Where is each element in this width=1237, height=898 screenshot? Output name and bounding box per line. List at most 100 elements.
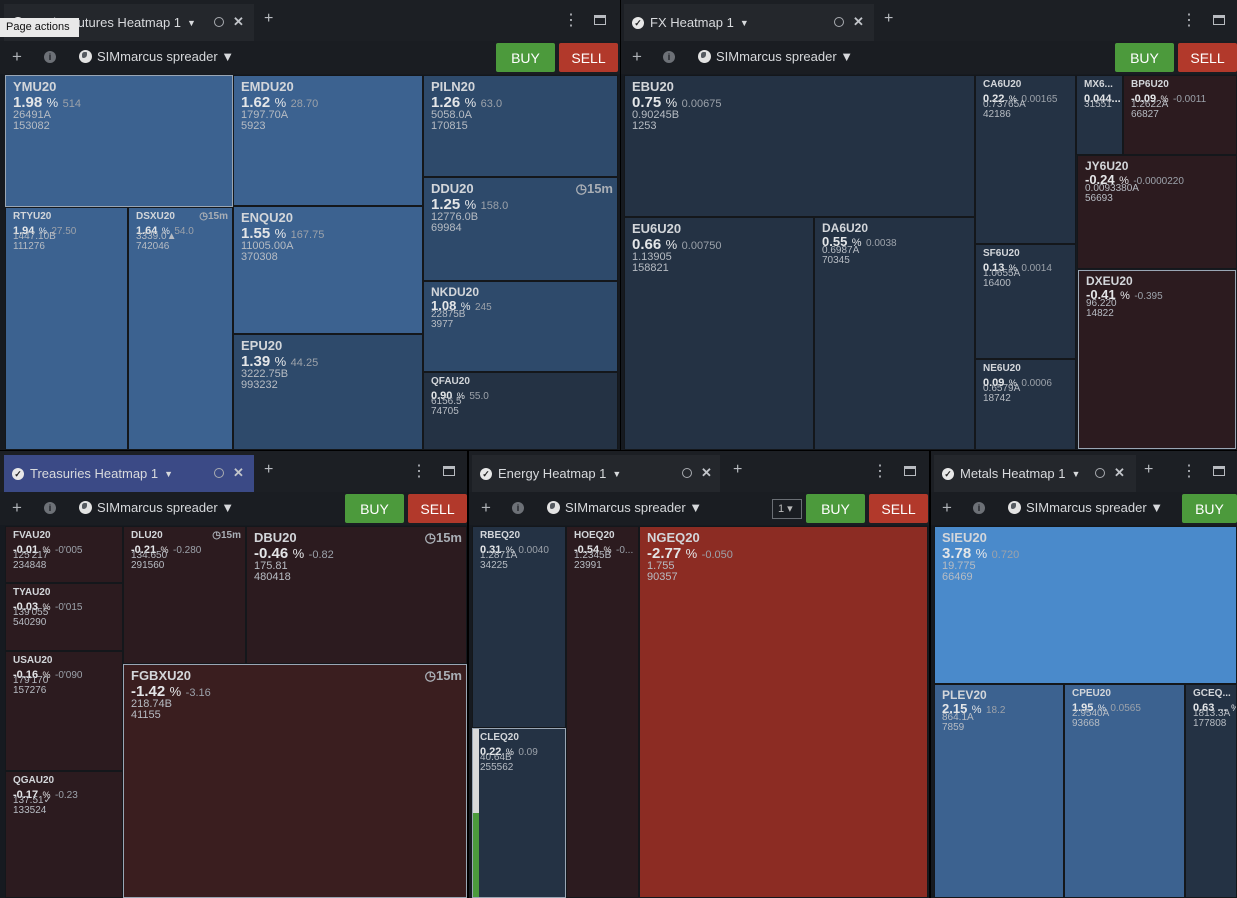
heatmap-tile[interactable]: DSXU20 1.64 % 54.0 3339.0▲ 742046 ◷15m xyxy=(128,207,233,450)
heatmap-tile[interactable]: DXEU20 -0.41 % -0.395 96.220 14822 xyxy=(1078,270,1236,449)
heatmap-tile[interactable]: FGBXU20 -1.42 % -3.16 218.74B 41155 ◷15m xyxy=(123,664,467,898)
chevron-down-icon[interactable]: ▼ xyxy=(164,469,173,479)
heatmap-tile[interactable]: SF6U20 0.13 % 0.0014 1.0655A 16400 xyxy=(975,244,1076,359)
chevron-down-icon[interactable]: ▼ xyxy=(740,18,749,28)
tab-energy-title: Energy Heatmap 1 xyxy=(498,466,607,481)
add-icon[interactable]: + xyxy=(942,498,952,518)
heatmap-tile[interactable]: DLU20 -0.21 % -0.280 134.650 291560 ◷15m xyxy=(123,526,246,664)
close-icon[interactable]: ✕ xyxy=(701,465,712,481)
chevron-down-icon[interactable]: ▼ xyxy=(1072,469,1081,479)
info-icon[interactable]: i xyxy=(973,502,985,514)
info-icon[interactable]: i xyxy=(44,51,56,63)
info-icon[interactable]: i xyxy=(663,51,675,63)
heatmap-tile[interactable]: GCEQ...0.63 ... % 1813.3A177808 xyxy=(1185,684,1237,898)
circle-icon[interactable] xyxy=(214,17,224,27)
heatmap-tile[interactable]: CLEQ20 0.22 % 0.09 40.64B 255562 xyxy=(472,728,566,898)
add-icon[interactable]: + xyxy=(12,498,22,518)
more-vertical-icon[interactable]: ⋮ xyxy=(563,10,579,30)
add-icon[interactable]: + xyxy=(12,47,22,67)
circle-icon[interactable] xyxy=(682,468,692,478)
heatmap-tile[interactable]: DBU20 -0.46 % -0.82 175.81 480418 ◷15m xyxy=(246,526,467,664)
tile-symbol: NGEQ20 xyxy=(647,530,700,545)
heatmap-tile[interactable]: USAU20 -0.16 % -0'090 179'170 157276 xyxy=(5,651,123,771)
tile-volume: 1253 xyxy=(632,120,657,132)
heatmap-tile[interactable]: NKDU20 1.08 % 245 22875B 3977 xyxy=(423,281,618,372)
circle-icon[interactable] xyxy=(214,468,224,478)
account-selector[interactable]: SIMmarcus spreader ▼ xyxy=(716,49,853,64)
heatmap-tile[interactable]: EBU20 0.75 % 0.00675 0.90245B 1253 xyxy=(624,75,975,217)
heatmap-tile[interactable]: CPEU20 1.95 % 0.0565 2.9540A 93668 xyxy=(1064,684,1185,898)
sell-button[interactable]: SELL xyxy=(408,494,467,523)
buy-button[interactable]: BUY xyxy=(496,43,555,72)
heatmap-tile[interactable]: DA6U20 0.55 % 0.0038 0.6987A 70345 xyxy=(814,217,975,450)
heatmap-tile[interactable]: HOEQ20 -0.54 % -0... 1.2345B 23991 xyxy=(566,526,639,898)
heatmap-tile[interactable]: ENQU20 1.55 % 167.75 11005.00A 370308 xyxy=(233,206,423,334)
account-label: SIMmarcus spreader xyxy=(97,49,218,64)
heatmap-tile[interactable]: EU6U20 0.66 % 0.00750 1.13905 158821 xyxy=(624,217,814,450)
heatmap-tile[interactable]: MX6...0.044... % 31551 xyxy=(1076,75,1123,155)
heatmap-tile[interactable]: QGAU20 -0.17 % -0.23 137.51✓ 133524 xyxy=(5,771,123,898)
account-selector[interactable]: SIMmarcus spreader ▼ xyxy=(97,49,234,64)
close-icon[interactable]: ✕ xyxy=(1114,465,1125,481)
sell-button[interactable]: SELL xyxy=(869,494,928,523)
heatmap-tile[interactable]: YMU20 1.98 % 514 26491A 153082 xyxy=(5,75,233,207)
heatmap-tile[interactable]: RTYU20 1.94 % 27.50 1447.10B 111276 xyxy=(5,207,128,450)
account-selector[interactable]: SIMmarcus spreader ▼ xyxy=(565,500,702,515)
more-vertical-icon[interactable]: ⋮ xyxy=(411,461,427,481)
add-icon[interactable]: + xyxy=(632,47,642,67)
more-vertical-icon[interactable]: ⋮ xyxy=(1181,10,1197,30)
circle-icon[interactable] xyxy=(1095,468,1105,478)
account-selector[interactable]: SIMmarcus spreader ▼ xyxy=(97,500,234,515)
sell-button[interactable]: SELL xyxy=(559,43,618,72)
maximize-icon[interactable] xyxy=(443,466,455,476)
add-tab-icon[interactable]: + xyxy=(264,461,273,479)
buy-button[interactable]: BUY xyxy=(345,494,404,523)
heatmap-tile[interactable]: PILN20 1.26 % 63.0 5058.0A 170815 xyxy=(423,75,618,177)
heatmap-tile[interactable]: DDU20 1.25 % 158.0 12776.0B 69984 ◷15m xyxy=(423,177,618,281)
maximize-icon[interactable] xyxy=(904,466,916,476)
heatmap-tile[interactable]: JY6U20 -0.24 % -0.0000220 0.0093380A 56693 xyxy=(1077,155,1237,269)
heatmap-tile[interactable]: BP6U20 -0.09 % -0.0011 1.2622A 66827 xyxy=(1123,75,1237,155)
heatmap-tile[interactable]: EPU20 1.39 % 44.25 3222.75B 993232 xyxy=(233,334,423,450)
add-icon[interactable]: + xyxy=(481,498,491,518)
heatmap-tile[interactable]: FVAU20 -0.01 % -0'005 125'217 234848 xyxy=(5,526,123,583)
info-icon[interactable]: i xyxy=(512,502,524,514)
tab-energy-heatmap[interactable]: ✓ Energy Heatmap 1 ▼ ✕ xyxy=(472,455,720,492)
close-icon[interactable]: ✕ xyxy=(233,465,244,481)
close-icon[interactable]: ✕ xyxy=(853,14,864,30)
maximize-icon[interactable] xyxy=(1213,15,1225,25)
buy-button[interactable]: BUY xyxy=(1182,494,1237,523)
energy-heatmap-panel: ✓ Energy Heatmap 1 ▼ ✕ + ⋮ + i SIMmarcus… xyxy=(469,451,929,898)
circle-icon[interactable] xyxy=(834,17,844,27)
maximize-icon[interactable] xyxy=(594,15,606,25)
tile-volume: 5923 xyxy=(241,120,266,132)
heatmap-tile[interactable]: CA6U20 0.22 % 0.00165 0.73765A 42186 xyxy=(975,75,1076,244)
add-tab-icon[interactable]: + xyxy=(884,10,893,28)
add-tab-icon[interactable]: + xyxy=(264,10,273,28)
chevron-down-icon[interactable]: ▼ xyxy=(612,469,621,479)
add-tab-icon[interactable]: + xyxy=(733,461,742,479)
quantity-select[interactable]: 1 ▾ xyxy=(772,499,802,519)
more-vertical-icon[interactable]: ⋮ xyxy=(1181,461,1197,481)
account-selector[interactable]: SIMmarcus spreader ▼ xyxy=(1026,500,1163,515)
more-vertical-icon[interactable]: ⋮ xyxy=(872,461,888,481)
maximize-icon[interactable] xyxy=(1213,466,1225,476)
heatmap-tile[interactable]: NE6U20 0.09 % 0.0006 0.6579A 18742 xyxy=(975,359,1076,450)
heatmap-tile[interactable]: EMDU20 1.62 % 28.70 1797.70A 5923 xyxy=(233,75,423,206)
chevron-down-icon[interactable]: ▼ xyxy=(187,18,196,28)
close-icon[interactable]: ✕ xyxy=(233,14,244,30)
tab-treasuries-heatmap[interactable]: ✓ Treasuries Heatmap 1 ▼ ✕ xyxy=(4,455,254,492)
heatmap-tile[interactable]: NGEQ20 -2.77 % -0.050 1.755 90357 xyxy=(639,526,928,898)
sell-button[interactable]: SELL xyxy=(1178,43,1237,72)
info-icon[interactable]: i xyxy=(44,502,56,514)
tab-fx-heatmap[interactable]: ✓ FX Heatmap 1 ▼ ✕ xyxy=(624,4,874,41)
heatmap-tile[interactable]: SIEU20 3.78 % 0.720 19.775 66469 xyxy=(934,526,1237,684)
heatmap-tile[interactable]: PLEV20 2.15 % 18.2 864.1A 7859 xyxy=(934,684,1064,898)
buy-button[interactable]: BUY xyxy=(806,494,865,523)
heatmap-tile[interactable]: QFAU20 0.90 % 55.0 6156.5 74705 xyxy=(423,372,618,450)
heatmap-tile[interactable]: TYAU20 -0.03 % -0'015 139'055 540290 xyxy=(5,583,123,651)
add-tab-icon[interactable]: + xyxy=(1144,461,1153,479)
tab-metals-heatmap[interactable]: ✓ Metals Heatmap 1 ▼ ✕ xyxy=(934,455,1136,492)
buy-button[interactable]: BUY xyxy=(1115,43,1174,72)
heatmap-tile[interactable]: RBEQ20 0.31 % 0.0040 1.2871A 34225 xyxy=(472,526,566,728)
